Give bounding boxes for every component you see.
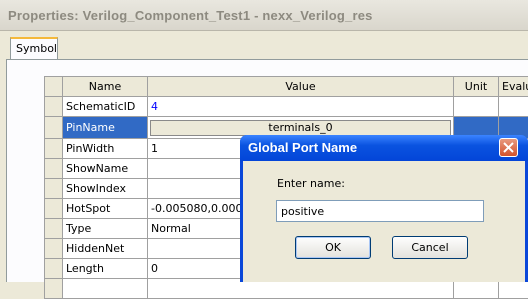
tab-bar: Symbol xyxy=(0,30,528,60)
name-input[interactable]: positive xyxy=(276,200,484,222)
property-name: PinWidth xyxy=(63,139,148,159)
row-header[interactable] xyxy=(45,179,63,199)
property-value-button[interactable]: terminals_0 xyxy=(150,120,451,136)
row-header[interactable] xyxy=(45,139,63,159)
property-name: PinName xyxy=(63,117,148,139)
row-header[interactable] xyxy=(45,159,63,179)
properties-title-bar[interactable]: Properties: Verilog_Component_Test1 - ne… xyxy=(0,0,528,31)
global-port-name-dialog: Global Port Name Enter name: positive OK… xyxy=(240,135,528,282)
property-eval xyxy=(499,97,528,117)
enter-name-label: Enter name: xyxy=(277,177,345,190)
property-name: Length xyxy=(63,259,148,279)
property-name: Type xyxy=(63,219,148,239)
dialog-title: Global Port Name xyxy=(248,140,357,155)
close-button[interactable] xyxy=(499,138,518,157)
row-header[interactable] xyxy=(45,259,63,279)
property-name: ShowName xyxy=(63,159,148,179)
tab-symbol-label: Symbol xyxy=(16,42,57,55)
name-input-value: positive xyxy=(281,205,324,218)
column-header-unit[interactable]: Unit xyxy=(454,77,499,97)
table-row[interactable]: SchematicID 4 xyxy=(45,97,528,117)
row-header-corner xyxy=(45,77,63,97)
row-header[interactable] xyxy=(45,239,63,259)
dialog-body: Enter name: positive OK Cancel xyxy=(243,161,525,282)
property-name: ShowIndex xyxy=(63,179,148,199)
cancel-button[interactable]: Cancel xyxy=(392,236,468,259)
grid-header-row: Name Value Unit Evalu xyxy=(45,77,528,97)
close-icon xyxy=(503,142,514,153)
column-header-name[interactable]: Name xyxy=(63,77,148,97)
property-name: HotSpot xyxy=(63,199,148,219)
column-header-value[interactable]: Value xyxy=(148,77,454,97)
property-unit xyxy=(454,97,499,117)
row-header[interactable] xyxy=(45,199,63,219)
property-value[interactable]: 4 xyxy=(148,97,454,117)
column-header-eval[interactable]: Evalu xyxy=(499,77,528,97)
row-header[interactable] xyxy=(45,97,63,117)
tab-symbol[interactable]: Symbol xyxy=(10,37,58,59)
row-header[interactable] xyxy=(45,117,63,139)
dialog-title-bar[interactable]: Global Port Name xyxy=(240,135,528,161)
window-title: Properties: Verilog_Component_Test1 - ne… xyxy=(8,8,373,23)
property-name: SchematicID xyxy=(63,97,148,117)
property-name: HiddenNet xyxy=(63,239,148,259)
row-header[interactable] xyxy=(45,219,63,239)
ok-button[interactable]: OK xyxy=(295,236,371,259)
